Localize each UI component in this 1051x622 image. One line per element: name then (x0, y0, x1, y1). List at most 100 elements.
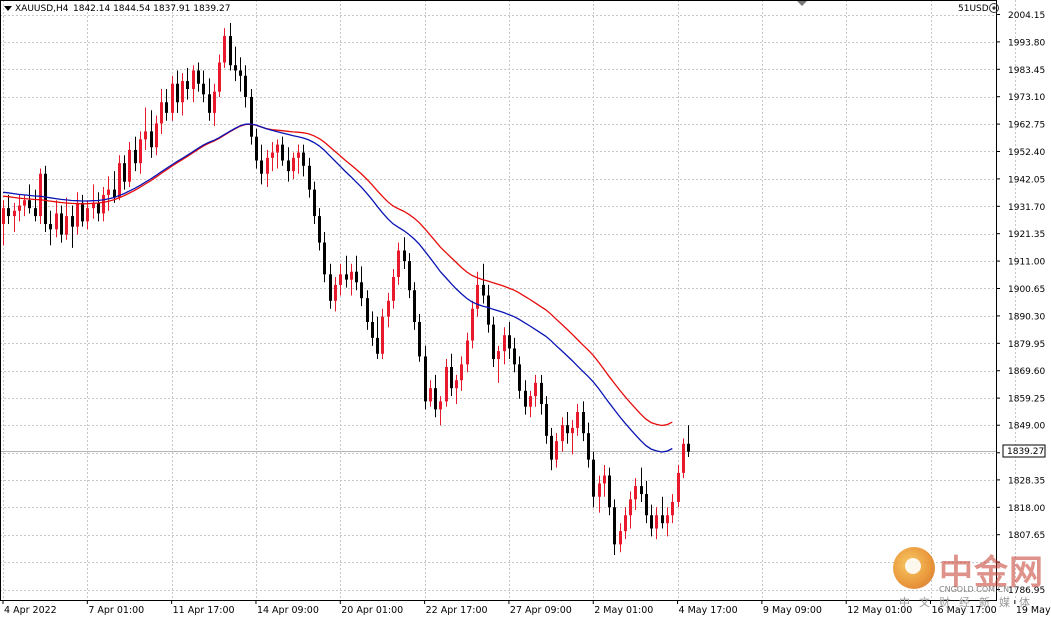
candle-body (302, 152, 305, 166)
chart-background (0, 0, 1051, 618)
candle-body (192, 70, 195, 90)
candle-body (360, 282, 363, 299)
price-tag-label: 1839.27 (1007, 447, 1044, 457)
candle-body (213, 91, 216, 113)
candle-body (260, 160, 263, 174)
candle-body (155, 123, 158, 148)
chart-canvas: 2004.15 1993.80 1983.45 1973.10 1962.75 1952.… (0, 0, 1051, 618)
candle-body (424, 356, 427, 402)
candle-body (39, 173, 42, 217)
candle-body (181, 81, 184, 103)
candle-body (392, 276, 395, 301)
candle-body (487, 295, 490, 325)
price-tick-label: 1807.65 (1008, 531, 1045, 541)
time-tick-label: 16 May 17:00 (932, 605, 997, 616)
candle-body (381, 316, 384, 354)
candle-body (587, 433, 590, 460)
time-tick-label: 2 May 01:00 (594, 605, 653, 616)
candle-body (313, 189, 316, 217)
candle-body (671, 502, 674, 516)
candle-body (60, 213, 63, 235)
candle-body (540, 382, 543, 405)
candle-body (281, 144, 284, 161)
candle-body (118, 163, 121, 198)
candle-body (2, 208, 5, 225)
candle-body (450, 366, 453, 389)
candle-body (128, 149, 131, 182)
candle-body (366, 298, 369, 322)
candle-body (350, 271, 353, 280)
candle-body (561, 425, 564, 442)
candle-body (297, 152, 300, 158)
candle-body (640, 486, 643, 495)
candle-body (603, 475, 606, 484)
price-tick-label: 1983.45 (1008, 66, 1045, 76)
candlestick-chart: 2004.15 1993.80 1983.45 1973.10 1962.75 1952.… (0, 0, 1051, 618)
candle-body (582, 411, 585, 434)
candle-body (619, 531, 622, 545)
candle-body (218, 62, 221, 92)
candle-body (508, 335, 511, 349)
candle-body (323, 242, 326, 275)
candle-body (571, 427, 574, 434)
candle-body (645, 494, 648, 516)
candle-body (165, 102, 168, 113)
time-tick-label: 12 May 01:00 (847, 605, 912, 616)
candle-body (18, 205, 21, 211)
price-tick-label: 1942.05 (1008, 175, 1045, 185)
candle-body (339, 274, 342, 285)
candle-body (429, 388, 432, 402)
candle-body (250, 96, 253, 137)
price-tick-label: 1921.35 (1008, 230, 1045, 240)
candle-body (687, 443, 690, 452)
candle-body (223, 36, 226, 63)
candle-body (345, 274, 348, 280)
candle-body (186, 81, 189, 90)
candle-body (160, 102, 163, 124)
price-tick-label: 1828.35 (1008, 476, 1045, 486)
candle-body (566, 425, 569, 434)
candle-body (629, 499, 632, 516)
candle-body (439, 401, 442, 410)
candle-body (208, 94, 211, 113)
time-tick-label: 27 Apr 09:00 (510, 605, 572, 616)
candle-body (139, 139, 142, 164)
candle-body (34, 208, 37, 217)
candle-body (329, 274, 332, 301)
candle-body (97, 202, 100, 214)
candle-body (482, 284, 485, 296)
candle-body (524, 390, 527, 407)
price-tick-label: 1911.00 (1008, 258, 1045, 268)
candle-body (123, 163, 126, 182)
candle-body (545, 404, 548, 436)
candle-body (355, 271, 358, 283)
candle-body (371, 321, 374, 338)
candle-body (81, 202, 84, 222)
candle-body (503, 335, 506, 352)
candle-body (576, 411, 579, 428)
candle-body (7, 208, 10, 217)
candle-body (13, 210, 16, 217)
candle-body (134, 149, 137, 164)
candle-body (471, 308, 474, 341)
time-tick-label: 4 Apr 2022 (4, 605, 57, 616)
price-tick-label: 1973.10 (1008, 93, 1045, 103)
price-tick-label: 1879.95 (1008, 340, 1045, 350)
candle-body (403, 250, 406, 262)
candle-body (661, 515, 664, 524)
candle-body (434, 388, 437, 410)
candle-body (23, 200, 26, 206)
candle-body (376, 337, 379, 354)
candle (44, 165, 47, 232)
price-tick-label: 1890.30 (1008, 312, 1045, 322)
candle-body (176, 83, 179, 103)
candle-body (292, 157, 295, 172)
candle-body (276, 144, 279, 153)
candle-body (682, 443, 685, 473)
candle-body (613, 507, 616, 545)
candle-body (229, 36, 232, 66)
candle-body (28, 200, 31, 209)
candle-body (271, 152, 274, 158)
time-tick-label: 14 Apr 09:00 (257, 605, 319, 616)
candle-body (202, 83, 205, 95)
